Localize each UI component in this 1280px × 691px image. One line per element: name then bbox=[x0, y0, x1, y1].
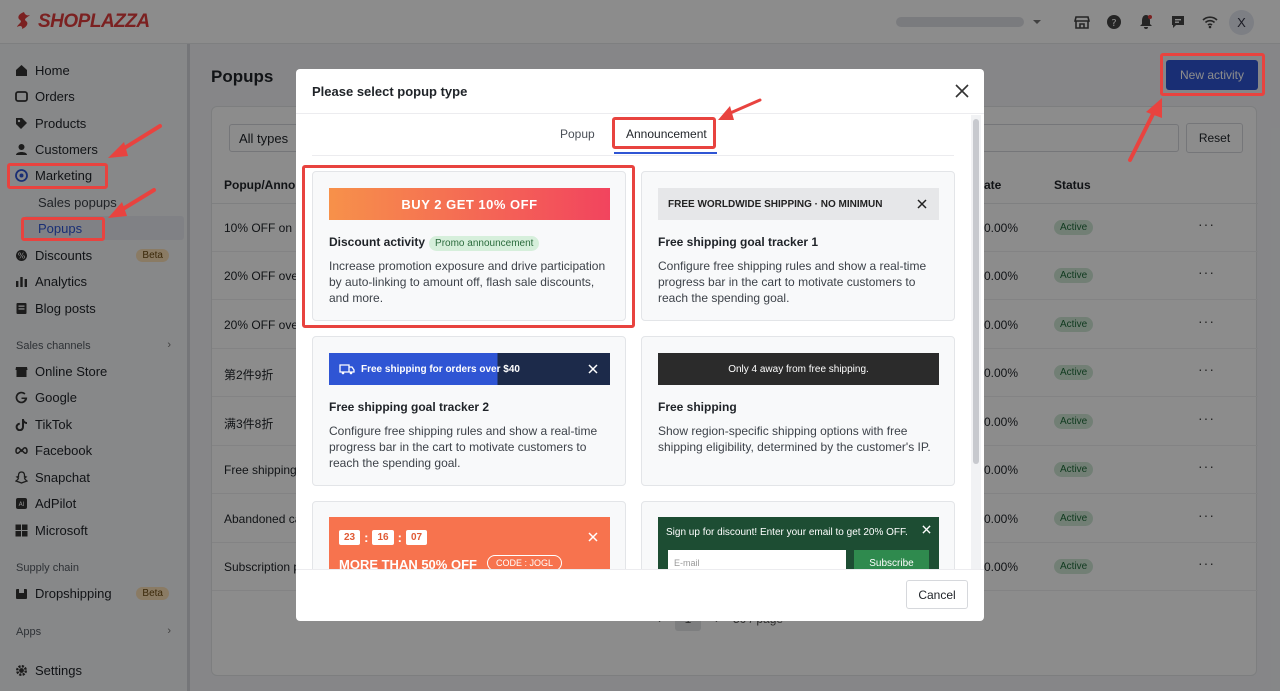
promo-code: CODE : JOGL bbox=[487, 555, 563, 569]
card-title: Free shipping goal tracker 1 bbox=[658, 235, 819, 249]
modal-title: Please select popup type bbox=[312, 84, 468, 99]
annotation-highlight-discount-card bbox=[302, 165, 635, 328]
banner-preview: Free shipping for orders over $40 bbox=[329, 353, 610, 385]
close-icon bbox=[922, 525, 931, 534]
divider bbox=[296, 113, 984, 114]
banner-text: FREE WORLDWIDE SHIPPING · NO MINIMUN bbox=[668, 198, 883, 210]
countdown-timer: 23 : 16 : 07 bbox=[339, 530, 428, 545]
tab-popup[interactable]: Popup bbox=[560, 127, 595, 141]
card-description: Configure free shipping rules and show a… bbox=[329, 424, 598, 470]
banner-text: MORE THAN 50% OFF bbox=[339, 557, 477, 569]
banner-text: Sign up for discount! Enter your email t… bbox=[666, 527, 908, 538]
countdown-hours: 23 bbox=[339, 530, 361, 545]
annotation-arrow-icon bbox=[718, 98, 762, 120]
annotation-arrow-icon bbox=[108, 124, 162, 158]
close-icon[interactable] bbox=[950, 79, 974, 103]
card-title: Free shipping goal tracker 2 bbox=[329, 400, 490, 414]
subscribe-button: Subscribe bbox=[854, 550, 929, 569]
annotation-arrow-icon bbox=[1128, 98, 1162, 162]
truck-icon bbox=[339, 364, 355, 375]
banner-text: Only 4 away from free shipping. bbox=[728, 363, 869, 375]
divider bbox=[312, 155, 954, 156]
popup-type-modal: Please select popup type Popup Announcem… bbox=[296, 69, 984, 621]
card-description: Show region-specific shipping options wi… bbox=[658, 424, 931, 454]
annotation-highlight-marketing bbox=[7, 163, 108, 189]
banner-preview: FREE WORLDWIDE SHIPPING · NO MINIMUN bbox=[658, 188, 939, 220]
template-card-subscribe[interactable]: Sign up for discount! Enter your email t… bbox=[641, 501, 955, 569]
scrollbar-thumb[interactable] bbox=[973, 119, 979, 464]
annotation-arrow-icon bbox=[108, 188, 156, 218]
template-card-countdown[interactable]: 23 : 16 : 07 MORE THAN 50% OFF CODE : JO… bbox=[312, 501, 626, 569]
annotation-highlight-new-activity bbox=[1160, 53, 1265, 96]
annotation-highlight-popups bbox=[21, 217, 105, 241]
template-card-goal-tracker-2[interactable]: Free shipping for orders over $40 Free s… bbox=[312, 336, 626, 486]
email-field: E-mail bbox=[668, 550, 846, 569]
subscribe-banner-preview: Sign up for discount! Enter your email t… bbox=[658, 517, 939, 569]
banner-text: Free shipping for orders over $40 bbox=[361, 363, 520, 375]
card-title: Free shipping bbox=[658, 400, 737, 414]
annotation-highlight-announcement-tab bbox=[612, 117, 716, 149]
close-icon bbox=[588, 532, 598, 542]
countdown-minutes: 16 bbox=[372, 530, 394, 545]
cancel-button[interactable]: Cancel bbox=[906, 580, 968, 609]
close-icon bbox=[588, 364, 598, 374]
countdown-seconds: 07 bbox=[405, 530, 428, 545]
countdown-banner-preview: 23 : 16 : 07 MORE THAN 50% OFF CODE : JO… bbox=[329, 517, 610, 569]
active-tab-indicator bbox=[614, 152, 717, 154]
close-icon bbox=[917, 199, 927, 209]
divider bbox=[296, 569, 984, 570]
card-description: Configure free shipping rules and show a… bbox=[658, 259, 927, 305]
banner-preview: Only 4 away from free shipping. bbox=[658, 353, 939, 385]
template-card-free-shipping[interactable]: Only 4 away from free shipping. Free shi… bbox=[641, 336, 955, 486]
template-card-goal-tracker-1[interactable]: FREE WORLDWIDE SHIPPING · NO MINIMUN Fre… bbox=[641, 171, 955, 321]
